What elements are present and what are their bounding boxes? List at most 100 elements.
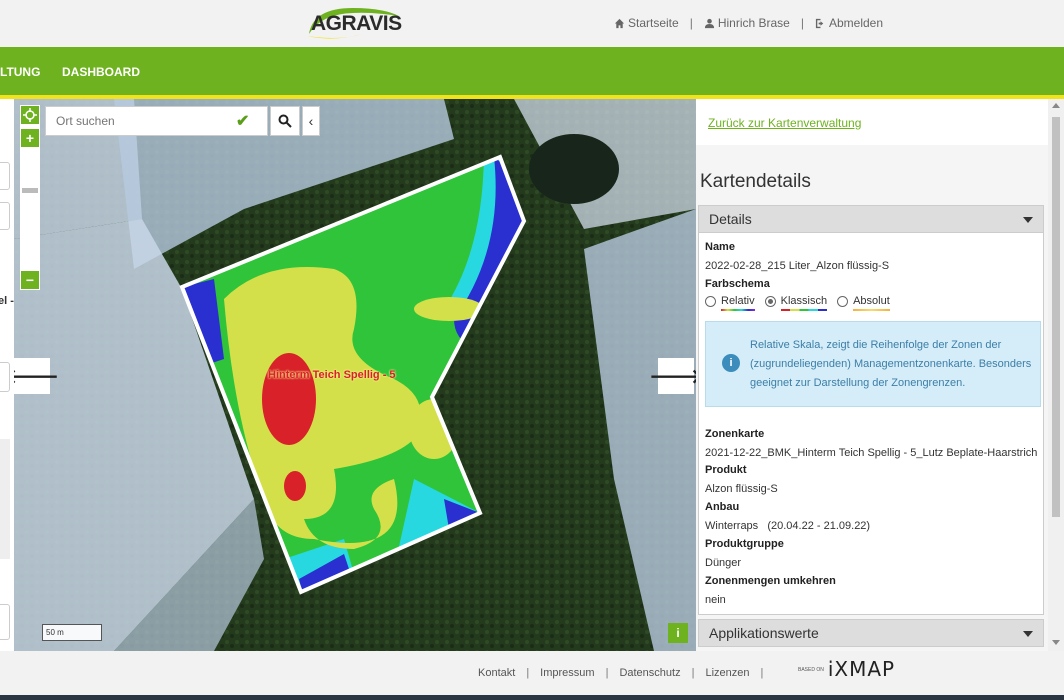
separator: | (605, 667, 609, 679)
radio-klassisch[interactable] (764, 296, 776, 307)
main-nav-bar (0, 47, 1064, 95)
separator: | (800, 16, 804, 30)
panel-title: Kartendetails (700, 171, 811, 192)
details-body: Name 2022-02-28_215 Liter_Alzon flüssig-… (698, 233, 1044, 615)
field-label: Hinterm Teich Spellig - 5 (268, 369, 396, 381)
produktgruppe-value: Dünger (705, 557, 742, 569)
radio-relativ[interactable] (705, 296, 716, 307)
home-icon (614, 18, 625, 28)
collapsed-field[interactable] (0, 604, 10, 640)
check-icon[interactable]: ✔ (236, 111, 249, 131)
map-info-button[interactable]: i (668, 623, 688, 643)
info-icon: i (722, 354, 740, 372)
map-scale-bar: 50 m (42, 624, 102, 641)
arrow-left-icon: 🡐 (14, 365, 59, 388)
back-to-map-management-link[interactable]: Zurück zur Kartenverwaltung (708, 116, 861, 130)
home-link[interactable]: Startseite (614, 16, 679, 30)
details-header-label: Details (709, 211, 752, 227)
scroll-up-icon[interactable] (1052, 103, 1060, 108)
scheme-option-absolut[interactable]: Absolut (837, 295, 890, 311)
scheme-option-label: Absolut (853, 295, 890, 307)
zoom-slider-handle[interactable] (22, 188, 38, 193)
chevron-left-icon: ‹ (308, 113, 314, 129)
separator: | (691, 667, 695, 679)
details-panel: Zurück zur Kartenverwaltung Kartendetail… (696, 99, 1048, 651)
footer: Kontakt | Impressum | Datenschutz | Lize… (0, 651, 1064, 695)
details-accordion-header[interactable]: Details (698, 205, 1044, 233)
scroll-down-icon[interactable] (1052, 640, 1060, 645)
user-link[interactable]: Hinrich Brase (704, 16, 790, 30)
top-header: AGRAVIS Startseite | Hinrich Brase | Abm… (0, 0, 1064, 47)
name-value: 2022-02-28_215 Liter_Alzon flüssig-S (705, 260, 890, 272)
scheme-option-label: Relativ (721, 295, 755, 307)
search-icon (278, 114, 292, 128)
home-link-label: Startseite (628, 16, 679, 30)
ixmap-brand[interactable]: BASED ON iXMAP (798, 657, 895, 681)
zonenkarte-label: Zonenkarte (705, 428, 765, 440)
separator: | (526, 667, 530, 679)
left-edge-text: el - 9 (0, 295, 14, 307)
color-scheme-options: Relativ Klassisch Absolut (705, 295, 900, 311)
scheme-info-box: i Relative Skala, zeigt die Reihenfolge … (705, 321, 1041, 407)
scheme-gradient (780, 309, 828, 311)
anbau-value: Winterraps (20.04.22 - 21.09.22) (705, 520, 871, 532)
umkehren-value: nein (705, 594, 726, 606)
scheme-option-relativ[interactable]: Relativ (705, 295, 755, 311)
zoom-out-button[interactable]: − (20, 270, 40, 290)
place-search-box: ✔ (45, 106, 268, 136)
zonenkarte-value: 2021-12-22_BMK_Hinterm Teich Spellig - 5… (705, 447, 1038, 459)
nav-item-verwaltung[interactable]: LTUNG (0, 65, 40, 79)
scheme-option-klassisch[interactable]: Klassisch (764, 295, 828, 311)
footer-link-datenschutz[interactable]: Datenschutz (619, 667, 680, 679)
collapse-search-button[interactable]: ‹ (302, 106, 320, 136)
logout-link[interactable]: Abmelden (815, 16, 883, 30)
anbau-label: Anbau (705, 501, 740, 513)
footer-link-impressum[interactable]: Impressum (540, 667, 594, 679)
scheme-label: Farbschema (705, 278, 770, 290)
footer-link-lizenzen[interactable]: Lizenzen (705, 667, 749, 679)
bottom-bar (0, 695, 1064, 700)
user-icon (704, 18, 714, 28)
scroll-thumb[interactable] (1052, 117, 1060, 517)
arrow-right-icon: 🡒 (649, 365, 696, 388)
caret-down-icon (1023, 631, 1033, 637)
nav-item-dashboard[interactable]: DASHBOARD (62, 65, 140, 79)
place-search-input[interactable] (46, 108, 236, 134)
panel-scrollbar[interactable] (1048, 99, 1064, 651)
zoom-slider[interactable] (20, 148, 40, 270)
scheme-option-label: Klassisch (780, 295, 828, 307)
crosshair-icon (23, 108, 37, 122)
left-scroll-track[interactable] (0, 439, 10, 559)
produkt-value: Alzon flüssig-S (705, 483, 778, 495)
previous-map-button[interactable]: 🡐 (14, 358, 59, 394)
collapsed-field[interactable] (0, 362, 10, 392)
zoom-in-button[interactable]: + (20, 128, 40, 148)
logo-text: AGRAVIS (311, 12, 402, 35)
locate-button[interactable] (20, 105, 40, 125)
brand-name: iXMAP (827, 657, 896, 681)
scheme-gradient (721, 309, 755, 311)
separator: | (689, 16, 693, 30)
scheme-gradient (853, 309, 890, 311)
collapsed-field[interactable] (0, 162, 10, 190)
back-card: Zurück zur Kartenverwaltung (696, 99, 1048, 145)
search-button[interactable] (270, 106, 300, 136)
applikation-accordion-header[interactable]: Applikationswerte (698, 619, 1044, 647)
applikation-header-label: Applikationswerte (709, 625, 819, 641)
next-map-button[interactable]: 🡒 (649, 358, 696, 394)
map-view[interactable]: Hinterm Teich Spellig - 5 + − ✔ ‹ 🡐 🡒 50… (14, 99, 696, 651)
user-link-label: Hinrich Brase (717, 16, 790, 30)
name-label: Name (705, 241, 735, 253)
top-links: Startseite | Hinrich Brase | Abmelden (614, 16, 883, 30)
scheme-info-text: Relative Skala, zeigt die Reihenfolge de… (750, 339, 1032, 389)
footer-links: Kontakt | Impressum | Datenschutz | Lize… (478, 667, 774, 679)
agravis-logo[interactable]: AGRAVIS (303, 4, 403, 42)
produkt-label: Produkt (705, 464, 747, 476)
logout-icon (815, 18, 824, 28)
collapsed-field[interactable] (0, 202, 10, 230)
radio-absolut[interactable] (837, 296, 849, 307)
footer-link-kontakt[interactable]: Kontakt (478, 667, 515, 679)
caret-down-icon (1023, 217, 1033, 223)
left-collapsed-panel[interactable]: el - 9 (0, 99, 14, 651)
produktgruppe-label: Produktgruppe (705, 538, 784, 550)
